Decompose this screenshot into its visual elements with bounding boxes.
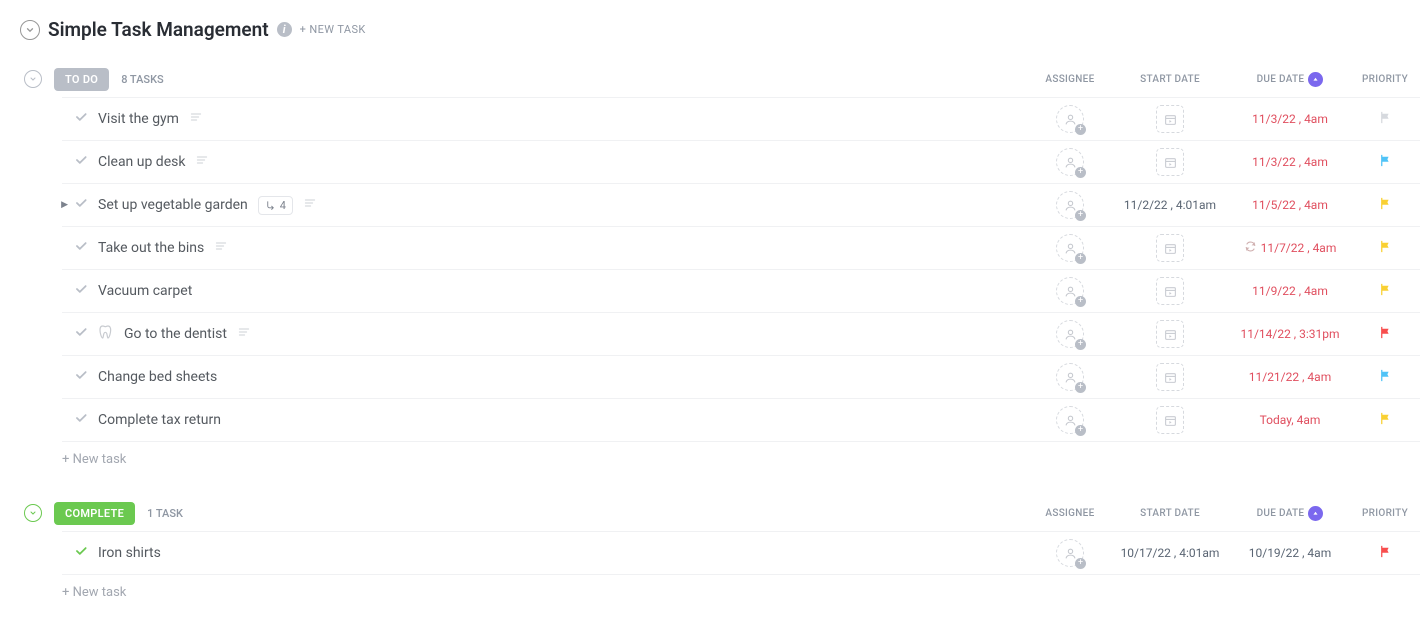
subtask-count-badge[interactable]: 4 <box>258 196 293 215</box>
description-icon <box>189 111 203 127</box>
assignee-add-icon[interactable]: + <box>1056 277 1084 305</box>
task-title[interactable]: Complete tax return <box>98 412 221 428</box>
task-title[interactable]: Visit the gym <box>98 111 179 127</box>
assignee-add-icon[interactable]: + <box>1056 105 1084 133</box>
group-collapse-icon[interactable] <box>24 70 42 88</box>
start-date-placeholder-icon[interactable] <box>1156 148 1184 176</box>
complete-check-icon[interactable] <box>74 239 88 257</box>
task-row[interactable]: Complete tax return + Today, 4am <box>62 399 1420 442</box>
task-row[interactable]: Change bed sheets +11/21/22 , 4am <box>62 356 1420 399</box>
priority-flag-icon[interactable] <box>1378 239 1393 258</box>
priority-flag-icon[interactable] <box>1378 544 1393 563</box>
assignee-add-icon[interactable]: + <box>1056 363 1084 391</box>
complete-check-icon[interactable] <box>74 196 88 214</box>
tooth-icon <box>98 324 114 344</box>
new-task-inline[interactable]: + New task <box>24 575 1420 610</box>
due-date-value[interactable]: 10/19/22 , 4am <box>1249 546 1331 560</box>
assignee-add-icon[interactable]: + <box>1056 406 1084 434</box>
start-date-placeholder-icon[interactable] <box>1156 363 1184 391</box>
start-date-placeholder-icon[interactable] <box>1156 105 1184 133</box>
description-icon <box>237 326 251 342</box>
col-start-date[interactable]: START DATE <box>1110 74 1230 85</box>
priority-flag-icon[interactable] <box>1378 325 1393 344</box>
complete-check-icon[interactable] <box>74 282 88 300</box>
start-date-placeholder-icon[interactable] <box>1156 320 1184 348</box>
col-assignee[interactable]: ASSIGNEE <box>1030 74 1110 85</box>
assignee-add-icon[interactable]: + <box>1056 148 1084 176</box>
due-date-value[interactable]: Today, 4am <box>1260 413 1321 427</box>
col-due-date[interactable]: DUE DATE <box>1230 506 1350 521</box>
sort-asc-icon[interactable] <box>1308 506 1323 521</box>
due-date-value[interactable]: 11/14/22 , 3:31pm <box>1240 327 1339 341</box>
priority-flag-icon[interactable] <box>1378 196 1393 215</box>
status-pill[interactable]: COMPLETE <box>54 502 135 525</box>
sort-asc-icon[interactable] <box>1308 72 1323 87</box>
start-date-value[interactable]: 10/17/22 , 4:01am <box>1121 546 1220 560</box>
description-icon <box>214 240 228 256</box>
expand-icon[interactable]: ▶ <box>61 200 68 210</box>
assignee-add-icon[interactable]: + <box>1056 191 1084 219</box>
task-title[interactable]: Go to the dentist <box>124 326 227 342</box>
start-date-value[interactable]: 11/2/22 , 4:01am <box>1124 198 1216 212</box>
col-priority[interactable]: PRIORITY <box>1350 508 1420 519</box>
recurring-icon <box>1244 240 1257 256</box>
col-start-date[interactable]: START DATE <box>1110 508 1230 519</box>
start-date-placeholder-icon[interactable] <box>1156 277 1184 305</box>
task-title[interactable]: Take out the bins <box>98 240 204 256</box>
task-title[interactable]: Clean up desk <box>98 154 185 170</box>
assignee-add-icon[interactable]: + <box>1056 320 1084 348</box>
priority-flag-icon[interactable] <box>1378 110 1393 129</box>
due-date-value[interactable]: 11/21/22 , 4am <box>1249 370 1331 384</box>
task-row[interactable]: Iron shirts +10/17/22 , 4:01am 10/19/22 , … <box>62 532 1420 575</box>
task-title[interactable]: Vacuum carpet <box>98 283 192 299</box>
task-row[interactable]: ▶ Set up vegetable garden 4 +11/2/22 , 4:01… <box>62 184 1420 227</box>
page-title: Simple Task Management <box>48 18 269 41</box>
task-title[interactable]: Change bed sheets <box>98 369 217 385</box>
task-count: 1 TASK <box>147 507 183 520</box>
priority-flag-icon[interactable] <box>1378 153 1393 172</box>
complete-check-icon[interactable] <box>74 411 88 429</box>
new-task-button[interactable]: + NEW TASK <box>300 23 366 36</box>
due-date-value[interactable]: 11/3/22 , 4am <box>1252 155 1328 169</box>
due-date-value[interactable]: 11/3/22 , 4am <box>1252 112 1328 126</box>
task-row[interactable]: Visit the gym +11/3/22 , 4am <box>62 98 1420 141</box>
task-row[interactable]: Vacuum carpet +11/9/22 , 4am <box>62 270 1420 313</box>
start-date-placeholder-icon[interactable] <box>1156 234 1184 262</box>
complete-check-icon[interactable] <box>74 544 88 562</box>
col-priority[interactable]: PRIORITY <box>1350 74 1420 85</box>
new-task-inline[interactable]: + New task <box>24 442 1420 477</box>
col-due-date[interactable]: DUE DATE <box>1230 72 1350 87</box>
priority-flag-icon[interactable] <box>1378 411 1393 430</box>
task-row[interactable]: Go to the dentist +11/14/22 , 3:31pm <box>62 313 1420 356</box>
collapse-all-icon[interactable] <box>20 20 40 40</box>
task-title[interactable]: Set up vegetable garden <box>98 197 248 213</box>
complete-check-icon[interactable] <box>74 325 88 343</box>
description-icon <box>195 154 209 170</box>
task-title[interactable]: Iron shirts <box>98 545 161 561</box>
description-icon <box>303 197 317 213</box>
task-row[interactable]: Take out the bins +11/7/22 , 4am <box>62 227 1420 270</box>
due-date-value[interactable]: 11/5/22 , 4am <box>1252 198 1328 212</box>
assignee-add-icon[interactable]: + <box>1056 234 1084 262</box>
due-date-value[interactable]: 11/7/22 , 4am <box>1261 241 1337 255</box>
assignee-add-icon[interactable]: + <box>1056 539 1084 567</box>
priority-flag-icon[interactable] <box>1378 282 1393 301</box>
complete-check-icon[interactable] <box>74 110 88 128</box>
priority-flag-icon[interactable] <box>1378 368 1393 387</box>
task-count: 8 TASKS <box>121 73 164 86</box>
info-icon[interactable]: i <box>277 22 292 37</box>
task-row[interactable]: Clean up desk +11/3/22 , 4am <box>62 141 1420 184</box>
due-date-value[interactable]: 11/9/22 , 4am <box>1252 284 1328 298</box>
status-pill[interactable]: TO DO <box>54 68 109 91</box>
complete-check-icon[interactable] <box>74 153 88 171</box>
complete-check-icon[interactable] <box>74 368 88 386</box>
start-date-placeholder-icon[interactable] <box>1156 406 1184 434</box>
group-collapse-icon[interactable] <box>24 504 42 522</box>
col-assignee[interactable]: ASSIGNEE <box>1030 508 1110 519</box>
